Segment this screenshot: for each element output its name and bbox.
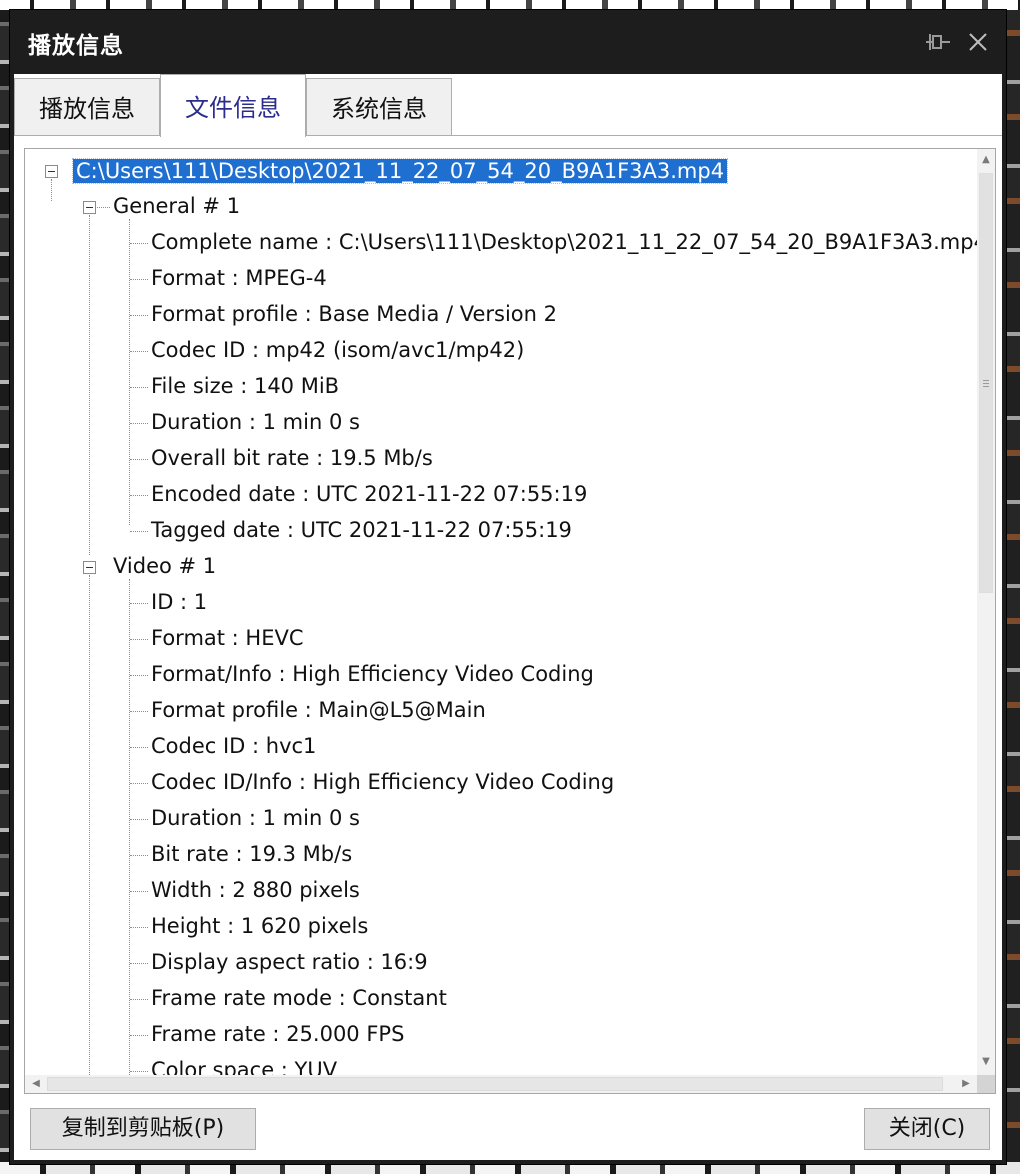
file-info-tree-frame: C:\Users\111\Desktop\2021_11_22_07_54_20…	[24, 148, 996, 1094]
scroll-right-icon[interactable]: ▶	[957, 1075, 975, 1093]
tree-leaf-node[interactable]: Width : 2 880 pixels	[151, 875, 360, 905]
tree-root-label: C:\Users\111\Desktop\2021_11_22_07_54_20…	[71, 158, 729, 184]
tab-system-info[interactable]: 系统信息	[306, 78, 452, 136]
copy-to-clipboard-button[interactable]: 复制到剪贴板(P)	[30, 1108, 256, 1150]
tree-leaf-node[interactable]: Duration : 1 min 0 s	[151, 803, 360, 833]
tree-leaf-node[interactable]: Format/Info : High Efficiency Video Codi…	[151, 659, 594, 689]
close-icon	[969, 33, 987, 51]
tree-leaf-node[interactable]: Display aspect ratio : 16:9	[151, 947, 428, 977]
tree-connector	[89, 575, 90, 1075]
tree-connector	[130, 927, 148, 928]
tree-connector	[130, 423, 148, 424]
tree-connector	[130, 459, 148, 460]
tree-connector	[130, 315, 148, 316]
tree-leaf-node[interactable]: Encoded date : UTC 2021-11-22 07:55:19	[151, 479, 587, 509]
vertical-scroll-thumb[interactable]	[979, 173, 993, 593]
close-button[interactable]: 关闭(C)	[864, 1108, 990, 1150]
tree-connector	[130, 531, 148, 532]
file-info-tree[interactable]: C:\Users\111\Desktop\2021_11_22_07_54_20…	[25, 149, 977, 1075]
tree-connector	[130, 711, 148, 712]
general-collapse-toggle[interactable]	[83, 201, 96, 214]
tab-playback-info[interactable]: 播放信息	[14, 78, 160, 136]
scroll-grip-icon	[983, 380, 989, 388]
tree-leaf-node[interactable]: Complete name : C:\Users\111\Desktop\202…	[151, 227, 977, 257]
tree-connector	[130, 243, 148, 244]
horizontal-scroll-thumb[interactable]	[47, 1077, 943, 1091]
tree-leaf-node[interactable]: ID : 1	[151, 587, 207, 617]
tree-leaf-node[interactable]: Frame rate mode : Constant	[151, 983, 447, 1013]
scroll-up-icon[interactable]: ▲	[977, 151, 995, 169]
tree-connector	[130, 675, 148, 676]
tree-leaf-node[interactable]: Codec ID/Info : High Efficiency Video Co…	[151, 767, 614, 797]
general-group-node[interactable]: General # 1	[113, 191, 240, 221]
tree-leaf-node[interactable]: Format profile : Base Media / Version 2	[151, 299, 557, 329]
tree-connector	[130, 999, 148, 1000]
video-group-node[interactable]: Video # 1	[113, 551, 216, 581]
background-right-strip	[1006, 0, 1020, 1174]
tree-leaf-node[interactable]: Format : MPEG-4	[151, 263, 327, 293]
tree-connector	[130, 891, 148, 892]
pin-button[interactable]	[924, 28, 952, 56]
tree-leaf-node[interactable]: Codec ID : hvc1	[151, 731, 316, 761]
tree-connector	[130, 747, 148, 748]
tree-leaf-node[interactable]: Height : 1 620 pixels	[151, 911, 368, 941]
tree-connector	[130, 963, 148, 964]
window-title: 播放信息	[28, 33, 124, 59]
tree-connector	[130, 603, 148, 604]
tree-connector	[130, 783, 148, 784]
tree-connector	[130, 1035, 148, 1036]
close-window-button[interactable]	[964, 28, 992, 56]
tree-leaf-node[interactable]: Codec ID : mp42 (isom/avc1/mp42)	[151, 335, 524, 365]
vertical-scrollbar[interactable]: ▲ ▼	[977, 149, 995, 1075]
tree-connector	[130, 855, 148, 856]
tree-leaf-node[interactable]: Overall bit rate : 19.5 Mb/s	[151, 443, 433, 473]
tab-strip: 播放信息 文件信息 系统信息	[14, 74, 1002, 137]
tree-connector	[129, 579, 130, 1075]
background-top-strip	[0, 0, 1020, 10]
tree-connector	[130, 387, 148, 388]
media-info-dialog: 播放信息 播放信息 文件信息 系统信息 C:\Users\111\Desktop…	[10, 10, 1006, 1164]
tree-connector	[130, 351, 148, 352]
title-bar[interactable]: 播放信息	[10, 10, 1006, 74]
tree-leaf-node[interactable]: Format : HEVC	[151, 623, 304, 653]
background-left-strip	[0, 0, 10, 1174]
tree-leaf-node[interactable]: File size : 140 MiB	[151, 371, 339, 401]
scroll-left-icon[interactable]: ◀	[27, 1075, 45, 1093]
root-collapse-toggle[interactable]	[45, 165, 58, 178]
tree-connector	[130, 639, 148, 640]
tree-leaf-node[interactable]: Tagged date : UTC 2021-11-22 07:55:19	[151, 515, 572, 545]
scrollbar-corner	[977, 1075, 995, 1093]
horizontal-scrollbar[interactable]: ◀ ▶	[25, 1075, 977, 1093]
tree-leaf-node[interactable]: Duration : 1 min 0 s	[151, 407, 360, 437]
tree-leaf-node[interactable]: Bit rate : 19.3 Mb/s	[151, 839, 352, 869]
tree-connector	[51, 179, 52, 201]
video-collapse-toggle[interactable]	[83, 561, 96, 574]
tree-connector	[130, 495, 148, 496]
tree-root-node[interactable]: C:\Users\111\Desktop\2021_11_22_07_54_20…	[71, 156, 729, 186]
tree-leaf-node[interactable]: Frame rate : 25.000 FPS	[151, 1019, 404, 1049]
scroll-down-icon[interactable]: ▼	[977, 1053, 995, 1071]
tree-connector	[89, 215, 90, 555]
pin-icon	[926, 34, 950, 50]
tree-leaf-node[interactable]: Color space : YUV	[151, 1055, 337, 1075]
tree-connector	[130, 279, 148, 280]
tree-connector	[129, 219, 130, 525]
tree-connector	[130, 819, 148, 820]
tree-leaf-node[interactable]: Format profile : Main@L5@Main	[151, 695, 486, 725]
dialog-client-area: 播放信息 文件信息 系统信息 C:\Users\111\Desktop\2021…	[14, 74, 1002, 1160]
tab-file-info[interactable]: 文件信息	[160, 74, 306, 137]
tree-connector	[130, 1071, 148, 1072]
